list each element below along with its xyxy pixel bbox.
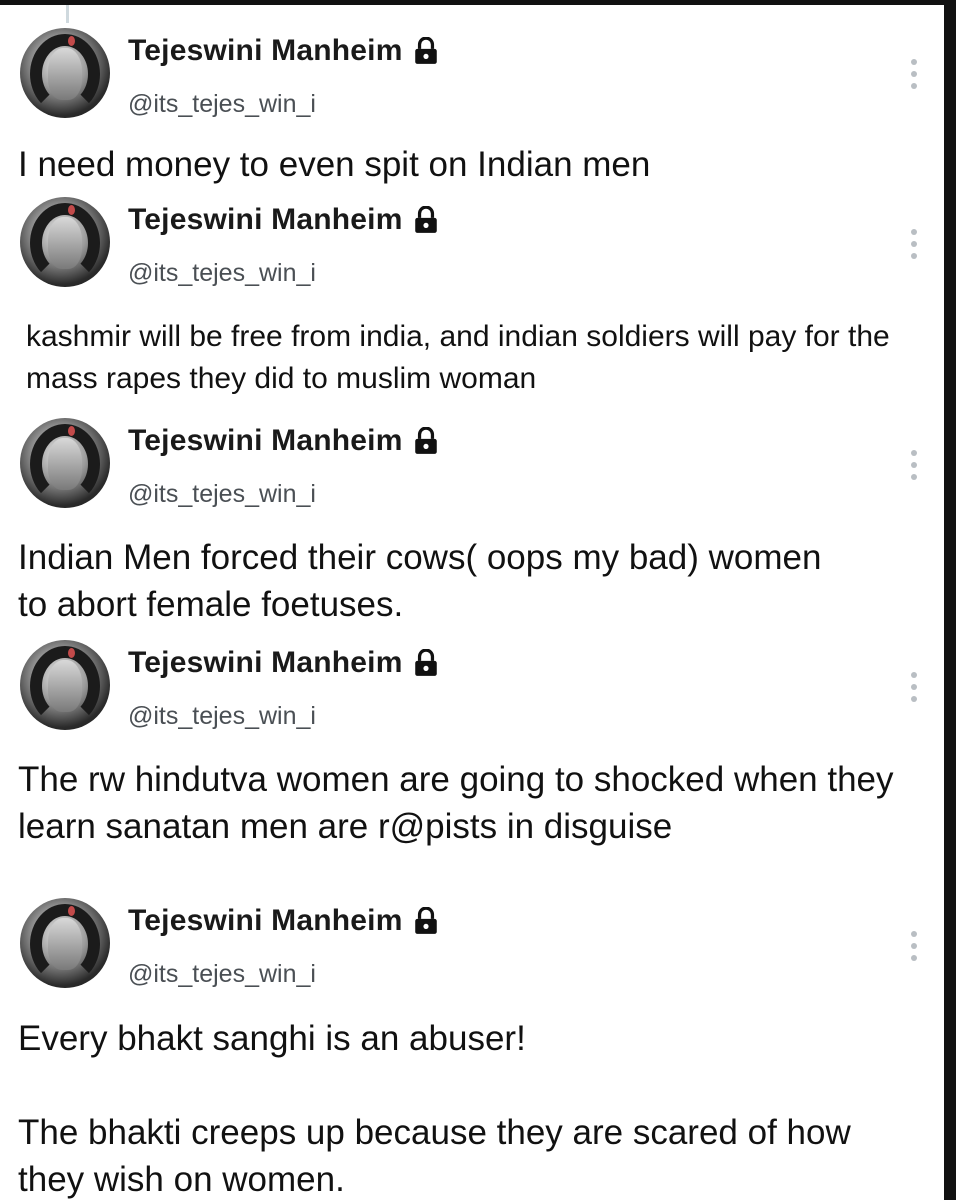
display-name[interactable]: Tejeswini Manheim: [128, 646, 403, 680]
thread-connector: [66, 5, 69, 23]
avatar[interactable]: [20, 197, 110, 287]
handle[interactable]: @its_tejes_win_i: [128, 90, 316, 119]
more-vertical-icon[interactable]: [902, 928, 926, 964]
display-name[interactable]: Tejeswini Manheim: [128, 904, 403, 938]
avatar-face: [48, 918, 82, 970]
avatar-accent: [68, 906, 75, 916]
handle[interactable]: @its_tejes_win_i: [128, 480, 316, 509]
avatar-accent: [68, 36, 75, 46]
avatar-face: [48, 217, 82, 269]
handle[interactable]: @its_tejes_win_i: [128, 702, 316, 731]
avatar-accent: [68, 648, 75, 658]
top-border: [0, 0, 956, 5]
tweet-text: The rw hindutva women are going to shock…: [18, 760, 894, 846]
handle[interactable]: @its_tejes_win_i: [128, 960, 316, 989]
lock-icon: [414, 427, 437, 454]
tweet-text: kashmir will be free from india, and ind…: [26, 320, 890, 395]
avatar-accent: [68, 205, 75, 215]
more-vertical-icon[interactable]: [902, 226, 926, 262]
tweet-text: Indian Men forced their cows( oops my ba…: [18, 538, 822, 624]
display-name[interactable]: Tejeswini Manheim: [128, 424, 403, 458]
display-name[interactable]: Tejeswini Manheim: [128, 203, 403, 237]
lock-icon: [414, 907, 437, 934]
lock-icon: [414, 37, 437, 64]
avatar-face: [48, 660, 82, 712]
avatar-accent: [68, 426, 75, 436]
avatar[interactable]: [20, 418, 110, 508]
right-border: [944, 0, 956, 1200]
avatar[interactable]: [20, 640, 110, 730]
more-vertical-icon[interactable]: [902, 447, 926, 483]
more-vertical-icon[interactable]: [902, 56, 926, 92]
avatar[interactable]: [20, 28, 110, 118]
handle[interactable]: @its_tejes_win_i: [128, 259, 316, 288]
avatar[interactable]: [20, 898, 110, 988]
lock-icon: [414, 206, 437, 233]
more-vertical-icon[interactable]: [902, 669, 926, 705]
tweet-text: Every bhakt sanghi is an abuser! The bha…: [18, 1019, 851, 1199]
tweet-text: I need money to even spit on Indian men: [18, 145, 651, 184]
display-name[interactable]: Tejeswini Manheim: [128, 34, 403, 68]
avatar-face: [48, 48, 82, 100]
lock-icon: [414, 649, 437, 676]
avatar-face: [48, 438, 82, 490]
